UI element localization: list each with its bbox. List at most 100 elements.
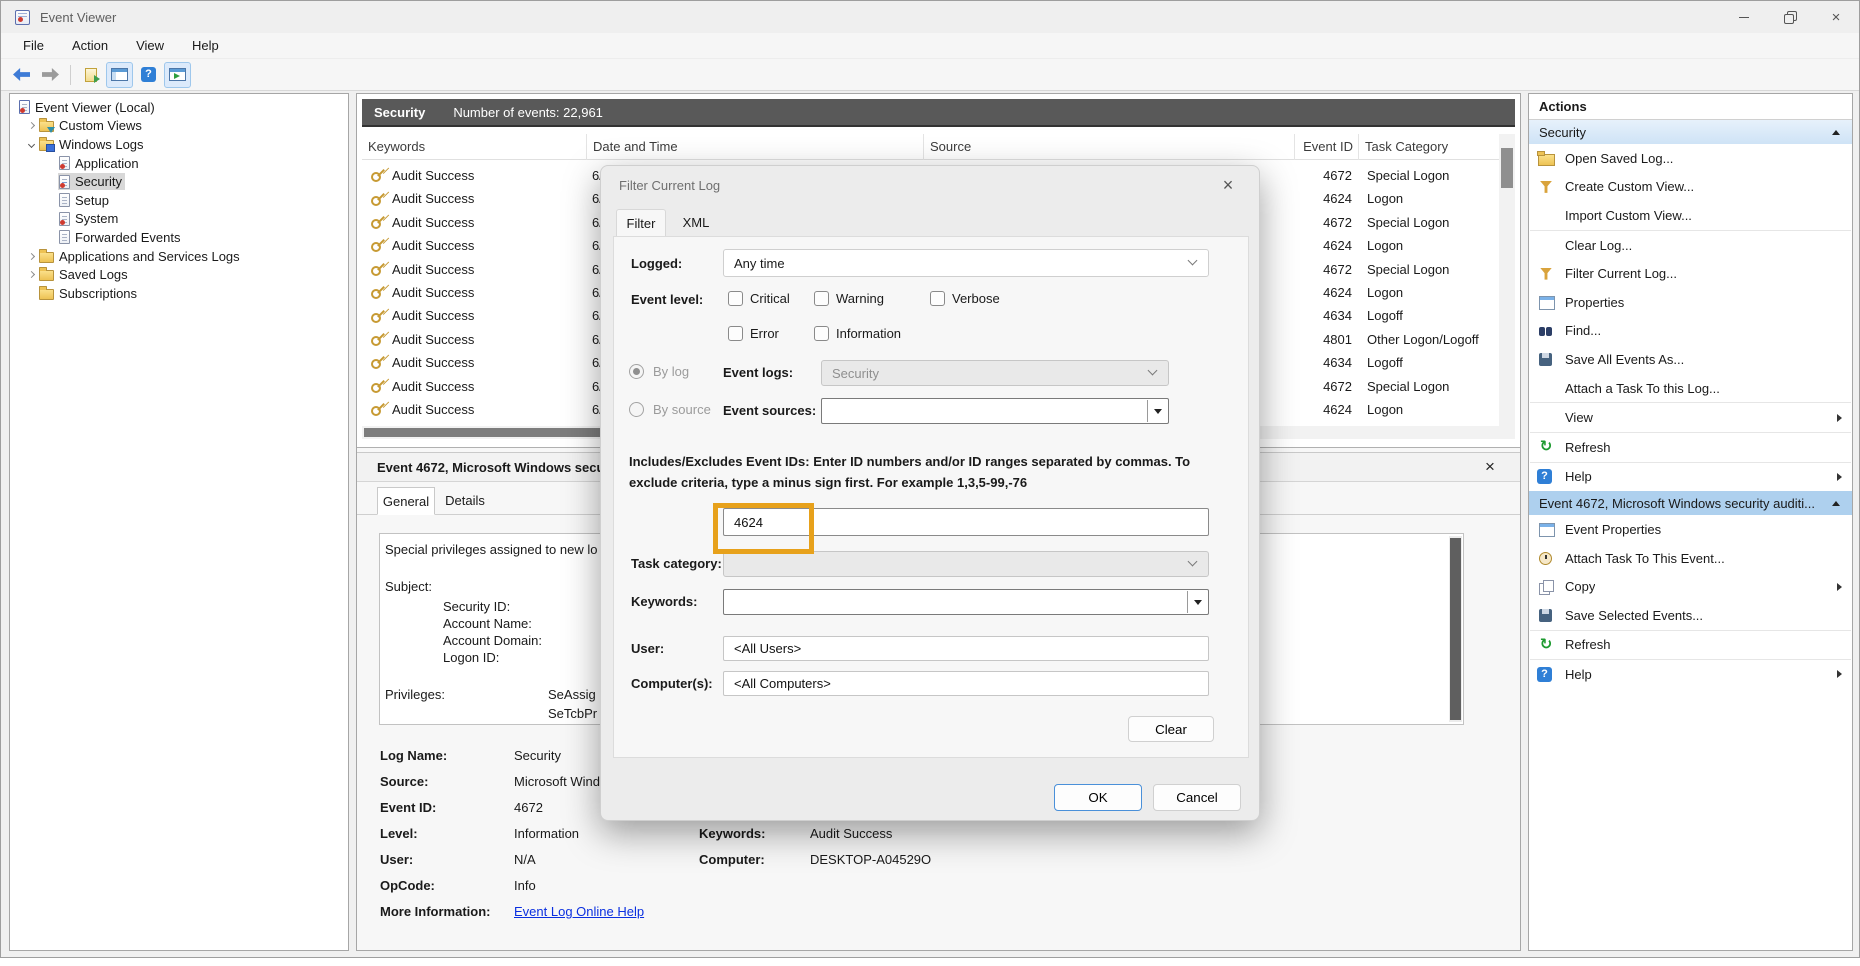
column-header-source[interactable]: Source — [924, 134, 1295, 160]
description-scrollbar-thumb[interactable] — [1450, 538, 1461, 720]
tree-item-windows-logs[interactable]: Windows Logs — [10, 135, 348, 154]
minimize-button[interactable] — [1721, 1, 1767, 33]
dialog-tab-xml[interactable]: XML — [673, 209, 719, 236]
event-log-online-help-link[interactable]: Event Log Online Help — [514, 904, 644, 919]
restore-button[interactable] — [1767, 1, 1813, 33]
toolbar-forward-button[interactable] — [37, 62, 64, 88]
checkbox-critical[interactable] — [728, 291, 743, 306]
log-security-icon — [59, 175, 70, 189]
by-log-radio[interactable] — [629, 364, 644, 379]
keywords-dropdown[interactable] — [723, 589, 1209, 615]
tree-item-system[interactable]: System — [10, 210, 348, 229]
by-source-label: By source — [653, 402, 711, 417]
collapse-icon[interactable] — [1832, 501, 1840, 506]
action-properties[interactable]: Properties — [1529, 288, 1852, 317]
clear-button[interactable]: Clear — [1128, 716, 1214, 742]
toolbar-separator — [70, 65, 71, 85]
horizontal-scrollbar-thumb[interactable] — [364, 428, 617, 437]
preview-tab-details[interactable]: Details — [437, 487, 493, 515]
by-source-radio[interactable] — [629, 402, 644, 417]
close-button[interactable]: × — [1813, 1, 1859, 33]
tree-item-setup[interactable]: Setup — [10, 191, 348, 210]
action-attach-task-to-this-event[interactable]: Attach Task To This Event... — [1529, 544, 1852, 573]
preview-close-icon[interactable]: × — [1476, 453, 1504, 481]
action-open-saved-log[interactable]: Open Saved Log... — [1529, 144, 1852, 173]
action-event-properties[interactable]: Event Properties — [1529, 515, 1852, 544]
tree-item-event-viewer-local[interactable]: Event Viewer (Local) — [10, 98, 348, 117]
actions-section-security[interactable]: Security — [1529, 120, 1852, 144]
tree-item-label: Security — [75, 174, 122, 189]
toolbar-export-button[interactable] — [77, 62, 104, 88]
column-header-event-id[interactable]: Event ID — [1295, 134, 1359, 160]
action-find[interactable]: Find... — [1529, 317, 1852, 346]
event-logs-dropdown[interactable]: Security — [821, 360, 1169, 386]
toolbar-help-button[interactable]: ? — [135, 62, 162, 88]
dialog-close-icon[interactable]: × — [1213, 170, 1243, 200]
dialog-tab-filter[interactable]: Filter — [616, 209, 666, 236]
column-header-task-category[interactable]: Task Category — [1359, 134, 1507, 160]
tree-item-custom-views[interactable]: Custom Views — [10, 117, 348, 136]
expander-icon[interactable] — [24, 254, 38, 259]
dropdown-button[interactable] — [1147, 400, 1167, 422]
menu-file[interactable]: File — [9, 33, 58, 59]
menu-action[interactable]: Action — [58, 33, 122, 59]
field-opcode: OpCode:Info — [380, 878, 435, 893]
action-help[interactable]: ?Help — [1529, 660, 1852, 689]
logged-dropdown[interactable]: Any time — [723, 249, 1209, 277]
menu-help[interactable]: Help — [178, 33, 233, 59]
expander-icon[interactable] — [24, 123, 38, 128]
subject-field: Account Domain: — [443, 633, 542, 648]
tree-item-security[interactable]: Security — [10, 172, 348, 191]
folder-filter-icon — [39, 121, 54, 132]
action-attach-a-task-to-this-log[interactable]: Attach a Task To this Log... — [1529, 374, 1852, 403]
description-scrollbar[interactable] — [1449, 536, 1462, 722]
vertical-scrollbar-thumb[interactable] — [1501, 148, 1513, 188]
ok-button[interactable]: OK — [1054, 784, 1142, 811]
key-icon — [370, 192, 385, 207]
collapse-icon[interactable] — [1832, 130, 1840, 135]
checkbox-warning[interactable] — [814, 291, 829, 306]
checkbox-information[interactable] — [814, 326, 829, 341]
action-save-selected-events[interactable]: Save Selected Events... — [1529, 601, 1852, 630]
checkbox-error[interactable] — [728, 326, 743, 341]
log-header: Security Number of events: 22,961 — [362, 99, 1515, 127]
menu-view[interactable]: View — [122, 33, 178, 59]
action-refresh[interactable]: ↻Refresh — [1529, 631, 1852, 660]
column-header-date-and-time[interactable]: Date and Time — [587, 134, 924, 160]
vertical-scrollbar[interactable] — [1499, 134, 1515, 426]
field-value: DESKTOP-A04529O — [810, 852, 931, 867]
action-help[interactable]: ?Help — [1529, 463, 1852, 492]
action-label: Refresh — [1565, 637, 1611, 652]
user-input[interactable] — [723, 636, 1209, 661]
action-save-all-events-as[interactable]: Save All Events As... — [1529, 345, 1852, 374]
actions-section-event-4672-microsoft-windows-security-auditi[interactable]: Event 4672, Microsoft Windows security a… — [1529, 491, 1852, 515]
tree-item-applications-and-services-logs[interactable]: Applications and Services Logs — [10, 247, 348, 266]
event-sources-dropdown[interactable] — [821, 398, 1169, 424]
keywords-value: Audit Success — [392, 328, 474, 351]
action-filter-current-log[interactable]: Filter Current Log... — [1529, 259, 1852, 288]
cancel-button[interactable]: Cancel — [1153, 784, 1241, 811]
toolbar-show-console-tree-button[interactable] — [106, 62, 133, 88]
action-import-custom-view[interactable]: Import Custom View... — [1529, 201, 1852, 230]
preview-tab-general[interactable]: General — [377, 487, 435, 515]
checkbox-verbose[interactable] — [930, 291, 945, 306]
expander-icon[interactable] — [24, 272, 38, 277]
tree-item-forwarded-events[interactable]: Forwarded Events — [10, 228, 348, 247]
action-copy[interactable]: Copy — [1529, 572, 1852, 601]
action-clear-log[interactable]: Clear Log... — [1529, 231, 1852, 260]
computers-input[interactable] — [723, 671, 1209, 696]
action-view[interactable]: View — [1529, 403, 1852, 432]
action-label: Import Custom View... — [1565, 208, 1692, 223]
toolbar-back-button[interactable] — [8, 62, 35, 88]
checkbox-label: Error — [750, 326, 779, 341]
column-header-keywords[interactable]: Keywords — [362, 134, 587, 160]
action-create-custom-view[interactable]: Create Custom View... — [1529, 173, 1852, 202]
action-refresh[interactable]: ↻Refresh — [1529, 433, 1852, 462]
expander-icon[interactable] — [24, 142, 38, 147]
toolbar-show-action-pane-button[interactable] — [164, 62, 191, 88]
dropdown-button[interactable] — [1187, 591, 1207, 613]
tree-item-saved-logs[interactable]: Saved Logs — [10, 265, 348, 284]
tree-item-subscriptions[interactable]: Subscriptions — [10, 284, 348, 303]
task-category-dropdown[interactable] — [723, 551, 1209, 577]
tree-item-application[interactable]: Application — [10, 154, 348, 173]
